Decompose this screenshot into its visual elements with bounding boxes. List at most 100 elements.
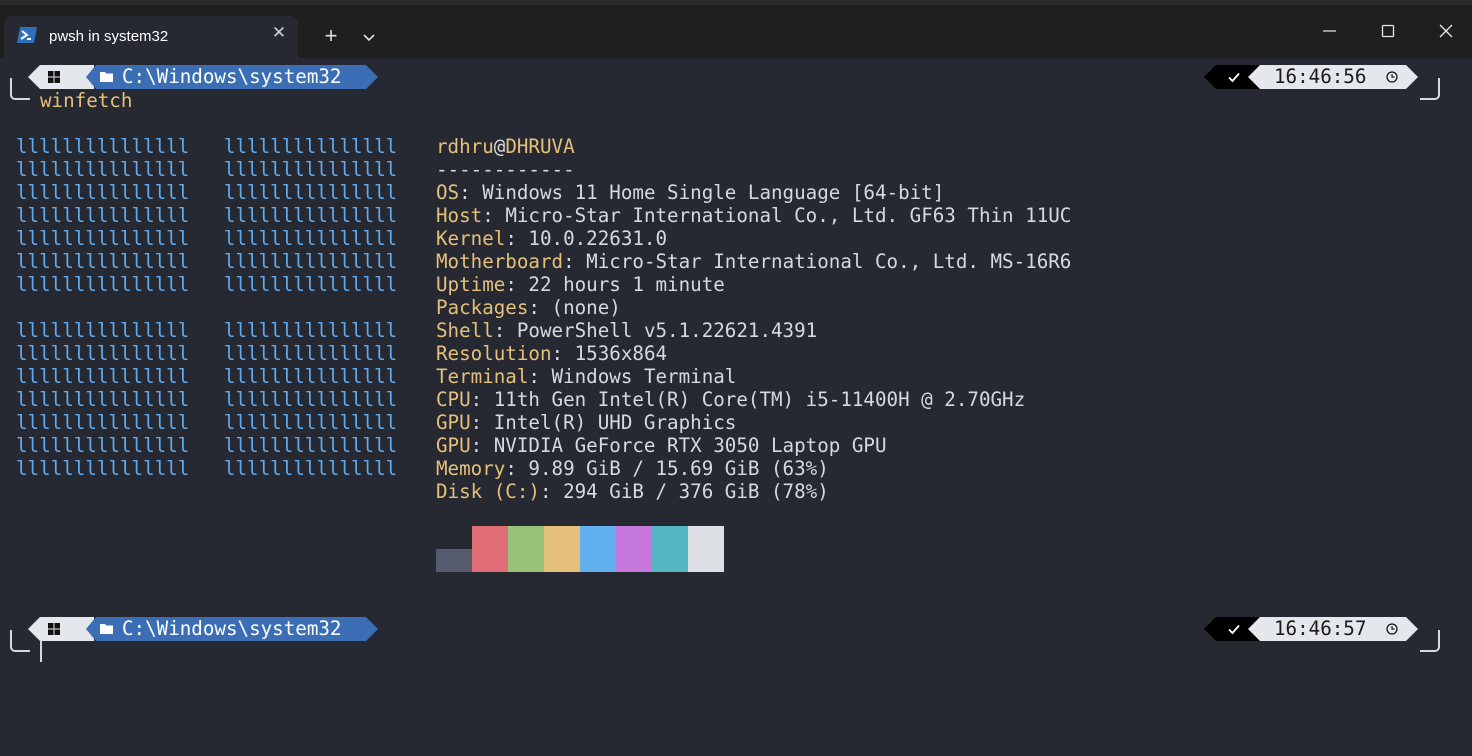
- prompt-corner-left: [10, 630, 30, 652]
- terminal-pane[interactable]: C:\Windows\system32 16:46:56 winfetch ll…: [0, 58, 1472, 756]
- check-icon: [1228, 72, 1240, 83]
- logo-row: lllllllllllllll lllllllllllllll: [16, 434, 398, 457]
- sysinfo-value: : 11th Gen Intel(R) Core(TM) i5-11400H @…: [470, 388, 1026, 411]
- logo-row: lllllllllllllll lllllllllllllll: [16, 135, 398, 158]
- color-swatch: [688, 526, 724, 572]
- sysinfo-row: Packages: (none): [436, 296, 621, 319]
- sysinfo-key: Resolution: [436, 342, 552, 365]
- logo-row: lllllllllllllll lllllllllllllll: [16, 365, 398, 388]
- color-swatch: [472, 526, 508, 572]
- command-text: winfetch: [40, 89, 133, 112]
- sysinfo-key: Kernel: [436, 227, 506, 250]
- logo-row: lllllllllllllll lllllllllllllll: [16, 181, 398, 204]
- logo-row: lllllllllllllll lllllllllllllll: [16, 250, 398, 273]
- sysinfo-row: Uptime: 22 hours 1 minute: [436, 273, 725, 296]
- close-window-button[interactable]: [1429, 14, 1463, 48]
- path-segment: C:\Windows\system32: [86, 65, 378, 89]
- user-host-line: rdhru@DHRUVA: [436, 135, 575, 158]
- new-tab-button[interactable]: +: [318, 24, 344, 50]
- sysinfo-key: Disk (C:): [436, 480, 540, 503]
- sysinfo-value: : PowerShell v5.1.22621.4391: [493, 319, 818, 342]
- prompt-corner-left: [10, 78, 30, 100]
- color-swatch: [652, 526, 688, 572]
- sysinfo-row: Memory: 9.89 GiB / 15.69 GiB (63%): [436, 457, 829, 480]
- sysinfo-key: Shell: [436, 319, 494, 342]
- sysinfo-row: GPU: NVIDIA GeForce RTX 3050 Laptop GPU: [436, 434, 887, 457]
- username: rdhru: [436, 135, 494, 158]
- at-sign: @: [493, 135, 506, 158]
- sysinfo-row: Resolution: 1536x864: [436, 342, 667, 365]
- clock-icon: [1386, 623, 1398, 635]
- sysinfo-key: Host: [436, 204, 483, 227]
- prompt-corner-right: [1420, 78, 1440, 100]
- color-swatch: [616, 526, 652, 572]
- sysinfo-key: Uptime: [436, 273, 506, 296]
- windows-logo-icon: [48, 71, 60, 83]
- prompt-path-segment: C:\Windows\system32: [28, 617, 378, 641]
- prompt-time: 16:46:56: [1274, 65, 1367, 88]
- time-segment: 16:46:56: [1248, 65, 1418, 89]
- sysinfo-value: : NVIDIA GeForce RTX 3050 Laptop GPU: [470, 434, 887, 457]
- time-segment: 16:46:57: [1248, 617, 1418, 641]
- sysinfo-row: Shell: PowerShell v5.1.22621.4391: [436, 319, 817, 342]
- color-swatch: [544, 526, 580, 572]
- logo-row: lllllllllllllll lllllllllllllll: [16, 411, 398, 434]
- logo-row: lllllllllllllll lllllllllllllll: [16, 204, 398, 227]
- logo-row: lllllllllllllll lllllllllllllll: [16, 227, 398, 250]
- text-cursor[interactable]: [40, 640, 42, 662]
- sysinfo-value: : Micro-Star International Co., Ltd. MS-…: [563, 250, 1072, 273]
- windows-segment: [28, 617, 94, 641]
- logo-row: lllllllllllllll lllllllllllllll: [16, 158, 398, 181]
- hostname: DHRUVA: [505, 135, 575, 158]
- sysinfo-value: : 9.89 GiB / 15.69 GiB (63%): [505, 457, 829, 480]
- logo-row: lllllllllllllll lllllllllllllll: [16, 388, 398, 411]
- chevron-down-icon[interactable]: [358, 26, 380, 48]
- sysinfo-row: CPU: 11th Gen Intel(R) Core(TM) i5-11400…: [436, 388, 1025, 411]
- sysinfo-value: : 294 GiB / 376 GiB (78%): [539, 480, 829, 503]
- tab-title: pwsh in system32: [49, 28, 169, 45]
- prompt-status-segment: 16:46:57: [1204, 617, 1418, 641]
- prompt-path: C:\Windows\system32: [122, 65, 342, 88]
- prompt-path: C:\Windows\system32: [122, 617, 342, 640]
- sysinfo-key: OS: [436, 181, 460, 204]
- sysinfo-key: Motherboard: [436, 250, 564, 273]
- sysinfo-value: : (none): [528, 296, 621, 319]
- sysinfo-value: : Windows 11 Home Single Language [64-bi…: [459, 181, 945, 204]
- separator-line: ------------: [436, 158, 575, 181]
- windows-segment: [28, 65, 94, 89]
- folder-icon: [100, 72, 113, 82]
- check-icon: [1228, 624, 1240, 635]
- folder-icon: [100, 624, 113, 634]
- color-swatch: [508, 526, 544, 572]
- tab-pwsh[interactable]: pwsh in system32 ✕: [4, 16, 298, 58]
- sysinfo-value: : 1536x864: [551, 342, 668, 365]
- logo-row: lllllllllllllll lllllllllllllll: [16, 342, 398, 365]
- logo-row: lllllllllllllll lllllllllllllll: [16, 319, 398, 342]
- logo-row: lllllllllllllll lllllllllllllll: [16, 457, 398, 480]
- sysinfo-row: OS: Windows 11 Home Single Language [64-…: [436, 181, 944, 204]
- sysinfo-value: : 22 hours 1 minute: [505, 273, 725, 296]
- prompt-status-segment: 16:46:56: [1204, 65, 1418, 89]
- sysinfo-key: GPU: [436, 434, 471, 457]
- sysinfo-row: Host: Micro-Star International Co., Ltd.…: [436, 204, 1071, 227]
- clock-icon: [1386, 71, 1398, 83]
- prompt-time: 16:46:57: [1274, 617, 1367, 640]
- prompt-corner-right: [1420, 630, 1440, 652]
- title-bar: pwsh in system32 ✕ +: [0, 0, 1472, 58]
- sysinfo-row: Disk (C:): 294 GiB / 376 GiB (78%): [436, 480, 829, 503]
- sysinfo-key: GPU: [436, 411, 471, 434]
- logo-row: lllllllllllllll lllllllllllllll: [16, 273, 398, 296]
- sysinfo-value: : 10.0.22631.0: [505, 227, 668, 250]
- sysinfo-row: Motherboard: Micro-Star International Co…: [436, 250, 1071, 273]
- sysinfo-value: : Intel(R) UHD Graphics: [470, 411, 737, 434]
- powershell-icon: [17, 27, 37, 43]
- maximize-button[interactable]: [1371, 14, 1405, 48]
- sysinfo-key: Terminal: [436, 365, 529, 388]
- sysinfo-value: : Windows Terminal: [528, 365, 737, 388]
- sysinfo-key: Packages: [436, 296, 529, 319]
- close-tab-icon[interactable]: ✕: [270, 24, 288, 42]
- path-segment: C:\Windows\system32: [86, 617, 378, 641]
- prompt-path-segment: C:\Windows\system32: [28, 65, 378, 89]
- sysinfo-value: : Micro-Star International Co., Ltd. GF6…: [482, 204, 1072, 227]
- minimize-button[interactable]: [1312, 14, 1346, 48]
